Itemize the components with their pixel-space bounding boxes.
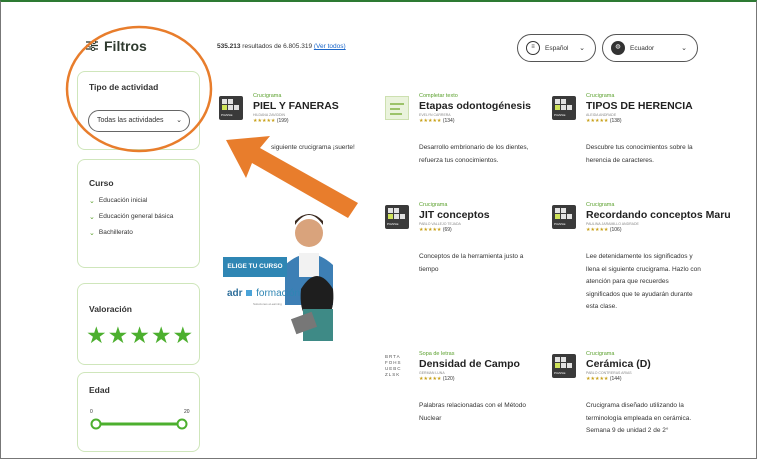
annotation-circle [65, 25, 213, 153]
annotation-arrow-icon [226, 136, 358, 218]
annotation-overlay [65, 25, 358, 218]
